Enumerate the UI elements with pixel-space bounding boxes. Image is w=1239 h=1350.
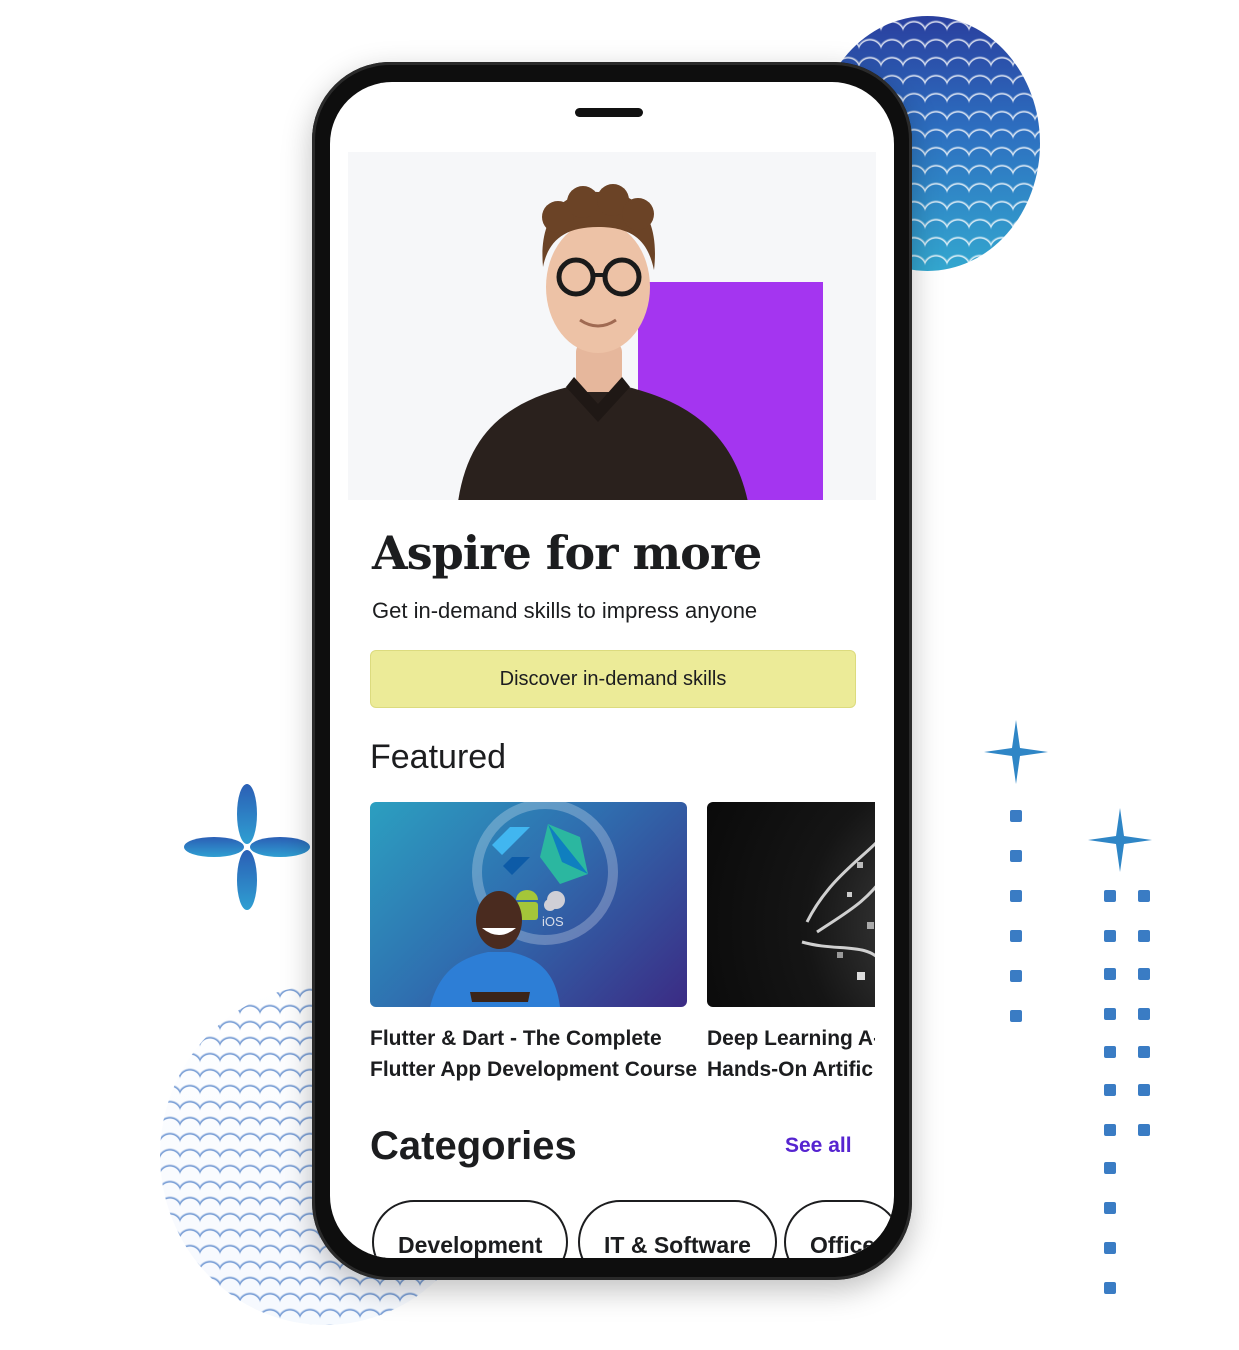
hero-banner-image: [348, 152, 876, 500]
course-title[interactable]: Deep Learning A- Hands-On Artific: [707, 1023, 875, 1085]
sparkle-icon: [184, 784, 310, 910]
hero-subheadline: Get in-demand skills to impress anyone: [372, 598, 758, 623]
flutter-logo-icon: [492, 827, 530, 875]
see-all-link[interactable]: See all: [785, 1134, 852, 1158]
course-title-line: Flutter & Dart - The Complete: [370, 1027, 662, 1050]
sparkle-icon: [984, 720, 1048, 784]
course-title-line: Deep Learning A-: [707, 1027, 875, 1050]
course-card[interactable]: iOS Flutter & Dart - The Complete Flutte…: [370, 802, 697, 1085]
apple-icon: [544, 891, 565, 911]
categories-section-title: Categories: [370, 1124, 577, 1168]
app-screen: Aspire for more Get in-demand skills to …: [330, 82, 894, 1258]
instructor-portrait: [458, 184, 748, 500]
course-thumbnail[interactable]: iOS: [370, 802, 687, 1007]
category-pill-it-software[interactable]: IT & Software: [578, 1200, 777, 1258]
hero-headline: Aspire for more: [372, 526, 762, 580]
category-pill-development[interactable]: Development: [372, 1200, 569, 1258]
dart-logo-icon: [540, 824, 588, 884]
course-title-line: Hands-On Artific: [707, 1058, 874, 1081]
course-thumbnail[interactable]: [707, 802, 875, 1007]
course-title-line: Flutter App Development Course: [370, 1058, 698, 1081]
phone-frame: Aspire for more Get in-demand skills to …: [312, 62, 912, 1280]
discover-skills-button[interactable]: Discover in-demand skills: [370, 650, 856, 708]
course-title[interactable]: Flutter & Dart - The Complete Flutter Ap…: [370, 1023, 697, 1085]
ios-badge: iOS: [542, 914, 564, 929]
sparkle-icon: [1088, 808, 1152, 872]
course-card[interactable]: Deep Learning A- Hands-On Artific: [707, 802, 875, 1085]
featured-section-title: Featured: [370, 738, 507, 776]
speaker-notch: [575, 108, 643, 117]
category-pill-office[interactable]: Office: [784, 1200, 894, 1258]
